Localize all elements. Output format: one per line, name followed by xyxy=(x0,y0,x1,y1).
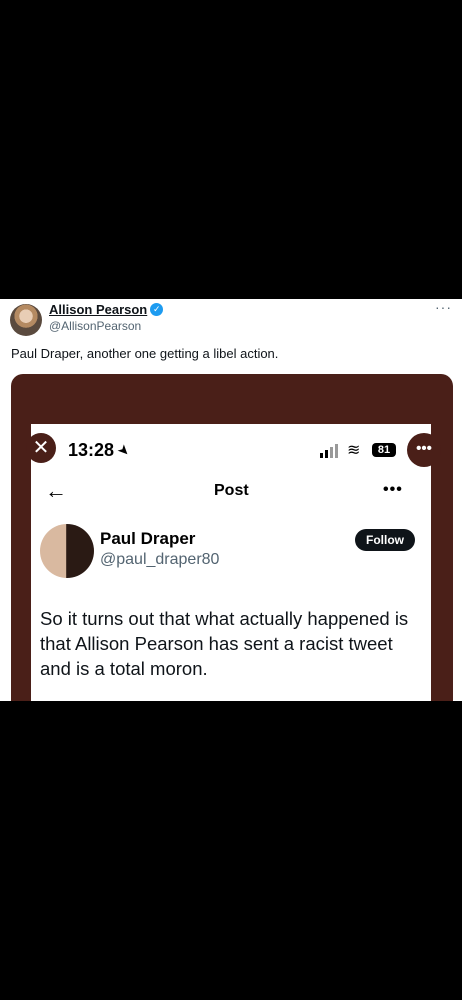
inner-tweet-text: So it turns out that what actually happe… xyxy=(40,608,409,679)
author-avatar[interactable] xyxy=(10,304,42,336)
close-icon[interactable]: ✕ xyxy=(26,433,56,463)
author-name-row: Allison Pearson ✓ xyxy=(49,302,164,317)
inner-author-avatar[interactable] xyxy=(40,524,94,578)
author-handle[interactable]: @AllisonPearson xyxy=(49,319,141,333)
wifi-icon: ≋ xyxy=(347,442,361,459)
more-icon[interactable]: ••• xyxy=(407,433,441,467)
inner-author-name[interactable]: Paul Draper xyxy=(100,529,195,549)
follow-button[interactable]: Follow xyxy=(355,529,415,551)
status-bar-time: 13:28 xyxy=(68,440,115,460)
verified-badge-icon: ✓ xyxy=(150,303,164,316)
signal-icon xyxy=(320,444,338,458)
author-name[interactable]: Allison Pearson xyxy=(49,302,147,317)
tweet-text: Paul Draper, another one getting a libel… xyxy=(11,346,279,361)
post-more-icon[interactable]: ••• xyxy=(383,481,403,499)
back-arrow-icon[interactable]: ← xyxy=(45,478,67,504)
inner-author-handle[interactable]: @paul_draper80 xyxy=(100,551,219,569)
more-icon[interactable]: ··· xyxy=(435,299,452,315)
battery-icon: 81 xyxy=(372,443,396,457)
post-title: Post xyxy=(214,482,249,499)
